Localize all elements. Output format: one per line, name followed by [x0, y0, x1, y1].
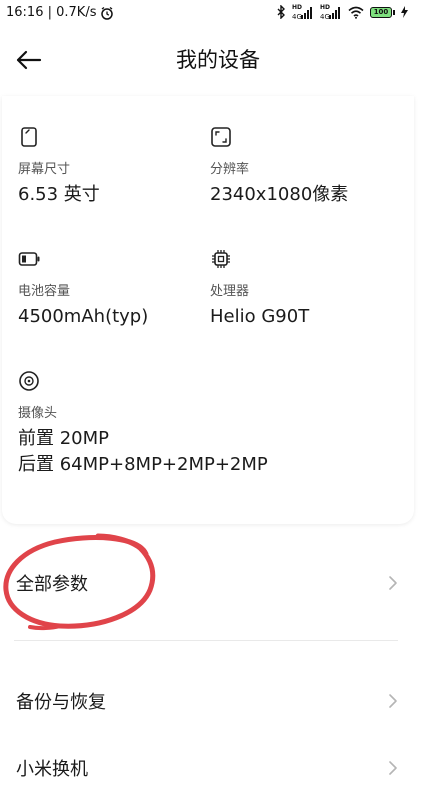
status-separator: | — [43, 5, 57, 20]
header-bar: 我的设备 — [0, 26, 436, 96]
spec-label: 摄像头 — [18, 406, 58, 421]
alarm-clock-icon — [100, 6, 114, 20]
chevron-right-icon — [389, 694, 397, 708]
hd-tag-1: HD — [292, 3, 303, 11]
battery-icon — [18, 252, 40, 266]
device-spec-card: 屏幕尺寸 6.53 英寸 分辨率 2340x1080像素 电池容量 4500mA… — [2, 96, 414, 524]
resolution-frame-icon — [211, 127, 231, 147]
spec-label: 屏幕尺寸 — [18, 162, 71, 177]
phone-screen-icon — [21, 127, 37, 147]
battery-level: 100 — [370, 6, 392, 18]
bluetooth-icon — [276, 5, 286, 19]
network-speed: 0.7K/s — [56, 5, 97, 20]
charging-bolt-icon — [401, 6, 408, 18]
spec-label: 处理器 — [210, 284, 250, 299]
spec-label: 分辨率 — [210, 162, 250, 177]
svg-text:4G: 4G — [292, 13, 302, 19]
status-left: 16:16 | 0.7K/s — [6, 5, 114, 20]
camera-front-value: 前置 20MP — [18, 428, 110, 449]
spec-label: 电池容量 — [18, 284, 71, 299]
chevron-right-icon — [389, 761, 397, 775]
page-title: 我的设备 — [176, 48, 260, 72]
spec-processor: 处理器 Helio G90T — [210, 248, 400, 329]
section-divider — [14, 640, 398, 641]
wifi-icon — [348, 6, 364, 19]
chevron-right-icon — [389, 576, 397, 590]
signal-sim1-icon: HD 4G — [292, 3, 314, 19]
menu-label: 小米换机 — [16, 759, 88, 780]
mi-mover-row[interactable]: 小米换机 — [0, 738, 436, 798]
signal-sim2-icon: HD 4G — [320, 3, 342, 19]
spec-value: Helio G90T — [210, 306, 310, 327]
spec-resolution: 分辨率 2340x1080像素 — [210, 126, 400, 207]
backup-restore-row[interactable]: 备份与恢复 — [0, 671, 436, 731]
status-bar: 16:16 | 0.7K/s HD 4G HD 4G 100 — [0, 0, 436, 26]
hd-tag-2: HD — [320, 3, 331, 11]
spec-value: 4500mAh(typ) — [18, 306, 149, 327]
all-parameters-row[interactable]: 全部参数 — [0, 553, 436, 613]
camera-lens-icon — [19, 371, 39, 391]
svg-text:4G: 4G — [320, 13, 330, 19]
battery-status-icon: 100 — [370, 6, 395, 18]
spec-battery: 电池容量 4500mAh(typ) — [18, 248, 208, 329]
spec-value: 6.53 英寸 — [18, 184, 100, 205]
spec-camera: 摄像头 前置 20MP 后置 64MP+8MP+2MP+2MP — [18, 370, 398, 477]
camera-rear-value: 后置 64MP+8MP+2MP+2MP — [18, 454, 268, 475]
menu-label: 备份与恢复 — [16, 692, 106, 713]
spec-value: 2340x1080像素 — [210, 184, 349, 205]
chip-icon — [212, 250, 230, 268]
menu-label: 全部参数 — [16, 574, 88, 595]
spec-screen-size: 屏幕尺寸 6.53 英寸 — [18, 126, 208, 207]
status-time: 16:16 — [6, 5, 44, 20]
status-right: HD 4G HD 4G 100 — [276, 3, 408, 19]
